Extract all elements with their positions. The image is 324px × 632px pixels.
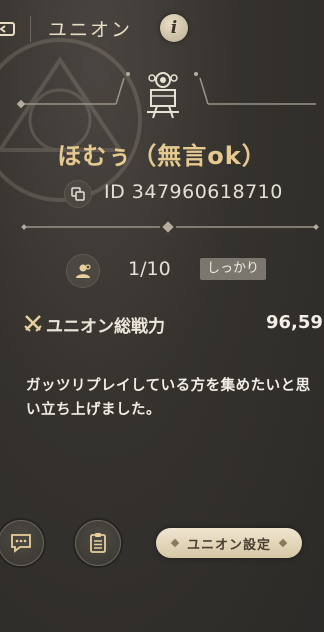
union-description: ガッツリプレイしている方を集めたいと思い立ち上げました。 <box>26 378 311 418</box>
union-emblem-icon <box>147 72 179 119</box>
members-icon <box>76 264 91 278</box>
union-power-label: ユニオン総戦力 <box>46 317 165 337</box>
back-button[interactable] <box>0 14 24 44</box>
members-button[interactable] <box>66 254 100 288</box>
union-power-value: 96,59 <box>266 312 323 333</box>
copy-icon <box>71 187 85 201</box>
union-settings-label: ユニオン設定 <box>186 537 271 553</box>
ornament-diamond-right <box>278 538 288 548</box>
copy-id-button[interactable] <box>64 180 92 208</box>
union-name: ほむぅ（無言ok） <box>57 142 267 170</box>
top-bar: ユニオン i <box>0 0 324 58</box>
member-count: 1/10 <box>128 258 171 280</box>
ornament-diamond-left <box>170 538 180 548</box>
memo-icon <box>90 533 106 553</box>
info-icon: i <box>170 18 178 38</box>
page-title: ユニオン <box>48 19 133 41</box>
info-button[interactable]: i <box>160 14 188 42</box>
memo-button[interactable] <box>75 520 121 566</box>
union-id: ID 347960618710 <box>104 181 283 203</box>
swords-icon <box>24 315 42 332</box>
chat-button[interactable] <box>0 520 44 566</box>
play-style-tag: しっかり <box>200 258 267 280</box>
back-icon <box>0 22 15 36</box>
section-divider <box>21 221 319 233</box>
topbar-divider <box>30 16 31 42</box>
chat-icon <box>11 534 31 553</box>
union-settings-button[interactable]: ユニオン設定 <box>156 528 302 558</box>
